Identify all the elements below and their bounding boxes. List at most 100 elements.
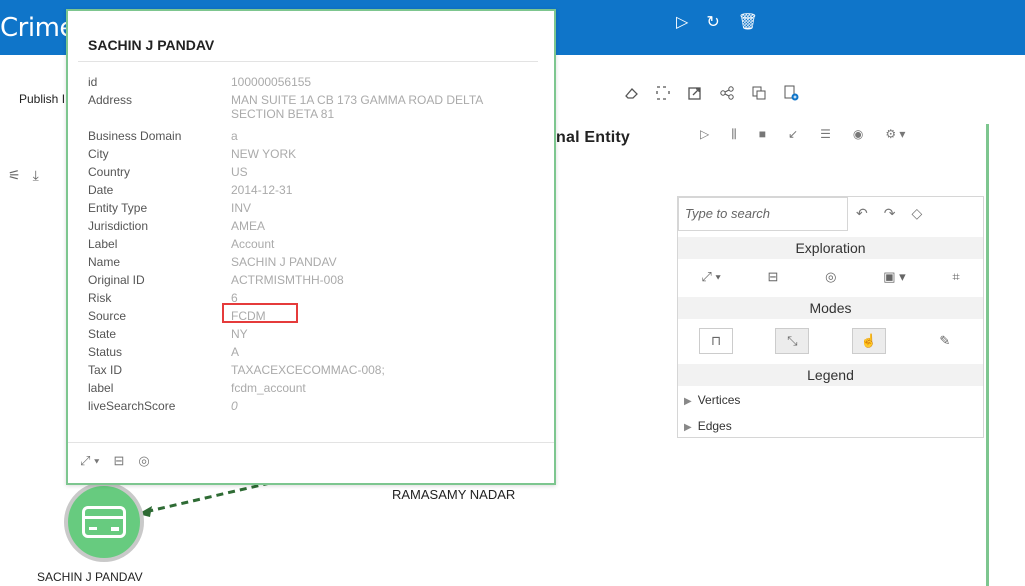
- entity-heading: nal Entity: [556, 129, 631, 146]
- list-icon[interactable]: ☰: [820, 127, 831, 142]
- property-value: INV: [231, 201, 252, 215]
- comment-icon[interactable]: ■: [759, 127, 766, 142]
- edges-label: Edges: [697, 419, 732, 433]
- property-key: Country: [88, 165, 131, 179]
- account-node[interactable]: [64, 482, 144, 562]
- property-row: Jurisdiction AMEA: [88, 219, 528, 237]
- property-value: 100000056155: [231, 75, 312, 89]
- property-value: A: [231, 345, 240, 359]
- property-row: liveSearchScore 0: [88, 399, 528, 417]
- property-key: liveSearchScore: [88, 399, 176, 413]
- property-value: 0: [231, 399, 238, 413]
- property-row: Source FCDM: [88, 309, 528, 327]
- property-value: Account: [231, 237, 275, 251]
- eraser-icon[interactable]: ◇: [911, 205, 922, 222]
- minus-box-icon[interactable]: ⊟: [768, 269, 779, 285]
- property-row: Address MAN SUITE 1A CB 173 GAMMA ROAD DE…: [88, 93, 528, 129]
- vertices-label: Vertices: [697, 393, 741, 407]
- property-value: ACTRMISMTHH-008: [231, 273, 344, 287]
- caret-right-icon: ▶: [684, 422, 692, 433]
- property-row: label fcdm_account: [88, 381, 528, 399]
- canvas-tools: ▷ ⫼ ■ ↙ ☰ ◉ ⚙ ▾: [700, 127, 905, 142]
- divider: [68, 442, 554, 443]
- property-key: Risk: [88, 291, 112, 305]
- collapse-mode-button[interactable]: ⤡: [775, 328, 810, 354]
- property-row: Country US: [88, 165, 528, 183]
- app-title: Crime: [0, 13, 75, 43]
- property-key: id: [88, 75, 98, 89]
- filter-icon[interactable]: ⚟: [8, 167, 21, 184]
- refresh-icon[interactable]: ↻: [706, 14, 719, 32]
- redo-icon[interactable]: ↷: [884, 205, 896, 222]
- property-key: State: [88, 327, 117, 341]
- exploration-header: Exploration: [678, 237, 983, 259]
- property-key: Entity Type: [88, 201, 148, 215]
- edit-mode-button[interactable]: ✎: [928, 328, 962, 354]
- property-value: NEW YORK: [231, 147, 297, 161]
- eraser-icon[interactable]: [622, 84, 640, 102]
- property-row: Original ID ACTRMISMTHH-008: [88, 273, 528, 291]
- edges-tree-item[interactable]: ▶ Edges: [684, 419, 732, 433]
- canvas-border: [986, 124, 989, 586]
- expand-icon[interactable]: ⤢ ▾: [701, 269, 720, 285]
- property-key: Date: [88, 183, 114, 197]
- property-key: Business Domain: [88, 129, 182, 143]
- property-row: Risk 6: [88, 291, 528, 309]
- expand-icon[interactable]: ⤢ ▾: [80, 453, 99, 469]
- property-value: TAXACEXCECOMMAC-008;: [231, 363, 385, 377]
- minus-box-icon[interactable]: ⊟: [113, 453, 124, 469]
- pointer-mode-button[interactable]: ☝: [851, 328, 886, 354]
- property-row: id 100000056155: [88, 75, 528, 93]
- exploration-panel: Type to search ↶ ↷ ◇ Exploration ⤢ ▾ ⊟ ◎…: [677, 196, 984, 438]
- popup-title: SACHIN J PANDAV: [88, 37, 215, 53]
- download-icon[interactable]: ⤓: [33, 167, 39, 184]
- eye-icon[interactable]: ◉: [853, 127, 863, 142]
- legend-header: Legend: [678, 364, 983, 386]
- property-row: Entity Type INV: [88, 201, 528, 219]
- property-key: Tax ID: [88, 363, 123, 377]
- node-label: SACHIN J PANDAV: [37, 570, 143, 584]
- share-icon[interactable]: [718, 84, 736, 102]
- focus-icon[interactable]: ◎: [825, 269, 836, 285]
- node-details-popup: SACHIN J PANDAV id 100000056155 Address MAN…: [66, 9, 556, 485]
- property-key: Status: [88, 345, 123, 359]
- property-key: Source: [88, 309, 127, 323]
- group-icon[interactable]: ▣ ▾: [883, 269, 905, 285]
- header-actions: ▷ ↻ 🗑: [676, 14, 758, 32]
- property-value: AMEA: [231, 219, 266, 233]
- property-value: MAN SUITE 1A CB 173 GAMMA ROAD DELTA SEC…: [231, 93, 483, 121]
- ungroup-icon[interactable]: ⌗: [952, 269, 959, 285]
- select-icon[interactable]: [654, 84, 672, 102]
- unlock-mode-button[interactable]: ⊓: [699, 328, 734, 354]
- property-row: Date 2014-12-31: [88, 183, 528, 201]
- vertices-tree-item[interactable]: ▶ Vertices: [684, 393, 740, 407]
- undo-icon[interactable]: ↶: [856, 205, 868, 222]
- property-key: Original ID: [88, 273, 145, 287]
- node-label: RAMASAMY NADAR: [392, 487, 516, 502]
- property-row: State NY: [88, 327, 528, 345]
- run-icon[interactable]: ▷: [676, 14, 688, 32]
- collapse-icon[interactable]: ↙: [788, 127, 798, 142]
- focus-icon[interactable]: ◎: [138, 453, 149, 469]
- search-input[interactable]: Type to search: [678, 197, 848, 231]
- copy-icon[interactable]: [750, 84, 768, 102]
- add-doc-icon[interactable]: [782, 84, 800, 102]
- columns-icon[interactable]: ⫼: [731, 127, 737, 142]
- property-value: a: [231, 129, 238, 143]
- settings-icon[interactable]: ⚙ ▾: [885, 127, 905, 142]
- property-key: Name: [88, 255, 121, 269]
- play-icon[interactable]: ▷: [700, 127, 709, 142]
- property-value: US: [231, 165, 248, 179]
- external-link-icon[interactable]: [686, 84, 704, 102]
- property-value: 2014-12-31: [231, 183, 293, 197]
- risk-highlight-box: [222, 303, 298, 323]
- exploration-tools: ⤢ ▾ ⊟ ◎ ▣ ▾ ⌗: [678, 269, 983, 285]
- property-row: Status A: [88, 345, 528, 363]
- property-row: Business Domain a: [88, 129, 528, 147]
- left-tools: ⚟ ⤓: [8, 167, 39, 184]
- property-row: Label Account: [88, 237, 528, 255]
- publish-button[interactable]: Publish I: [19, 92, 65, 106]
- search-actions: ↶ ↷ ◇: [856, 205, 922, 222]
- delete-icon[interactable]: 🗑: [738, 14, 758, 32]
- toolbar-icons: [622, 84, 800, 102]
